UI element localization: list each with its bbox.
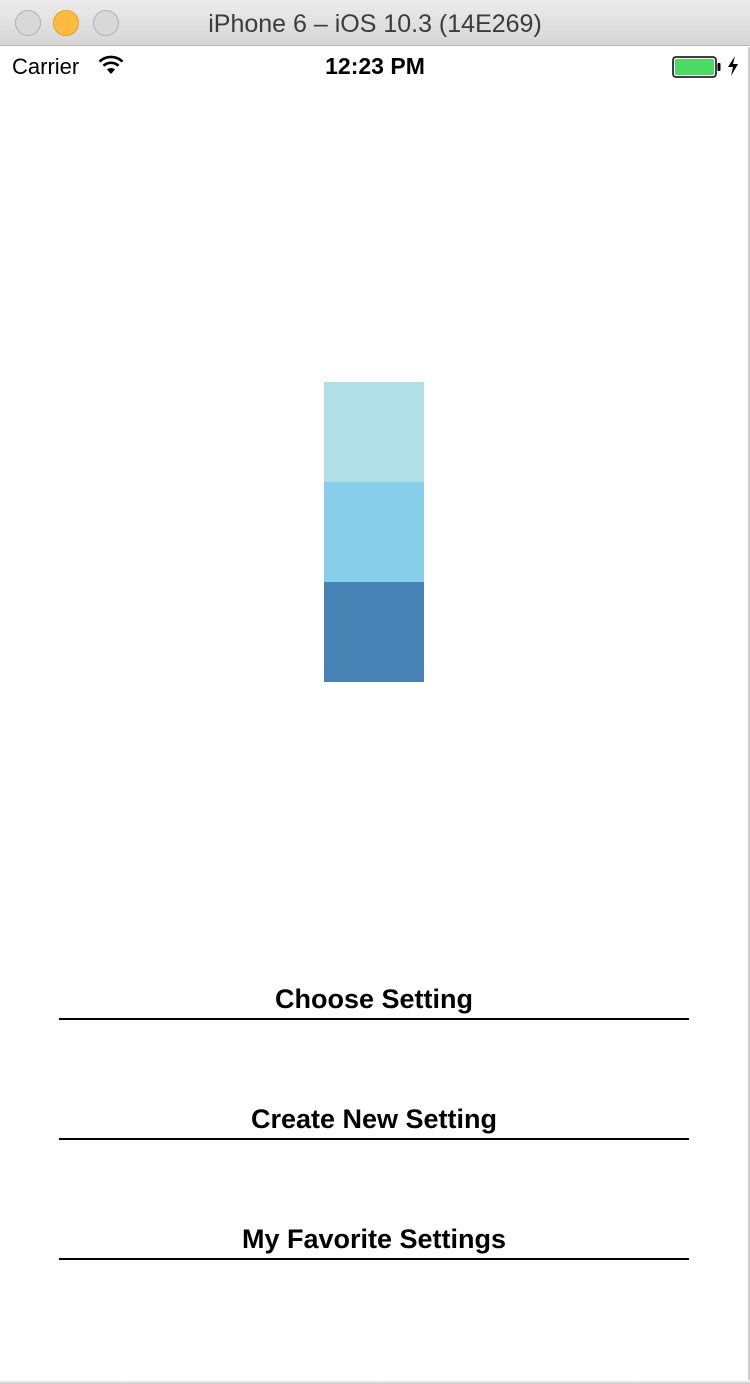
choose-setting-label: Choose Setting — [274, 984, 473, 1014]
color-swatch-stack — [324, 382, 424, 682]
status-time: 12:23 PM — [325, 53, 425, 79]
simulator-window: iPhone 6 – iOS 10.3 (14E269) Carrier 12:… — [0, 0, 750, 1384]
swatch-top — [324, 382, 424, 482]
charging-icon — [728, 56, 738, 76]
window-title: iPhone 6 – iOS 10.3 (14E269) — [208, 10, 542, 38]
swatch-middle — [324, 482, 424, 582]
window-bottom-edge — [0, 1380, 750, 1384]
window-titlebar: iPhone 6 – iOS 10.3 (14E269) — [0, 0, 750, 46]
my-favorite-settings-button[interactable]: My Favorite Settings — [59, 1220, 689, 1260]
choose-setting-button[interactable]: Choose Setting — [59, 980, 689, 1020]
status-bar: Carrier 12:23 PM — [0, 47, 750, 87]
create-new-setting-label: Create New Setting — [250, 1104, 498, 1134]
battery-icon — [672, 56, 721, 78]
swatch-bottom — [324, 582, 424, 682]
create-new-setting-button[interactable]: Create New Setting — [59, 1100, 689, 1140]
my-favorite-settings-label: My Favorite Settings — [241, 1224, 507, 1254]
